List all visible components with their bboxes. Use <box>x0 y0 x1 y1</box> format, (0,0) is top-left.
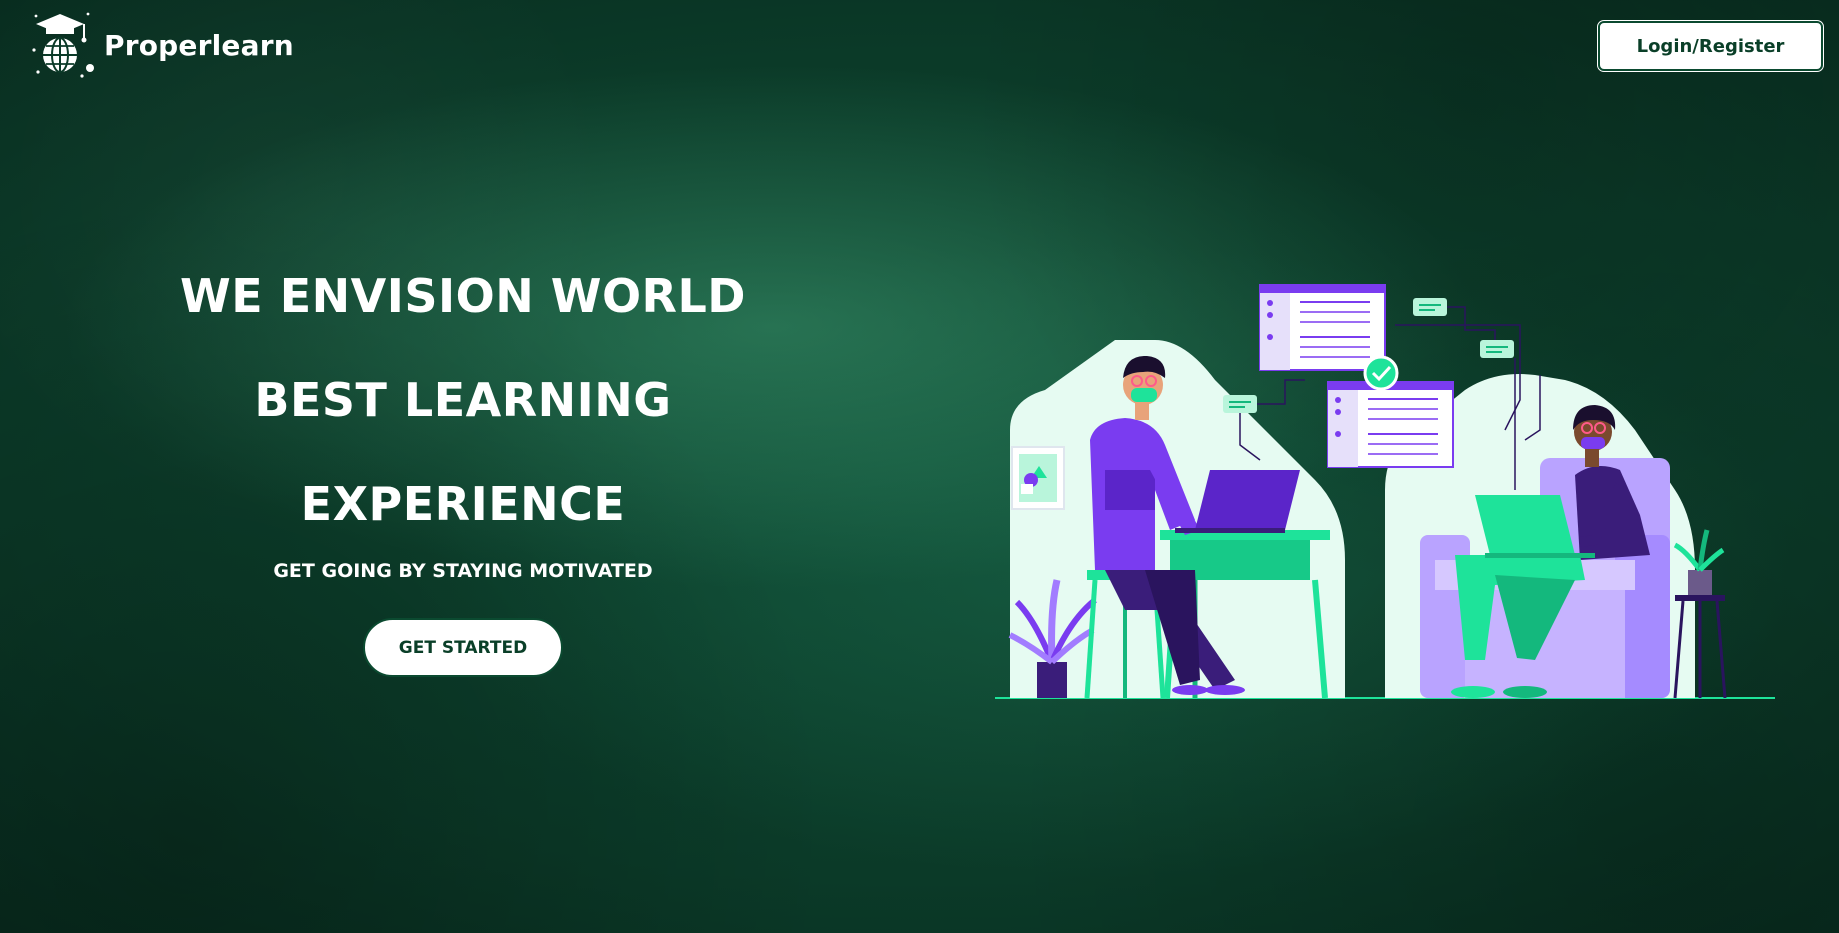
hero-headline-line-3: EXPERIENCE <box>300 477 626 531</box>
hero-section: WE ENVISION WORLD BEST LEARNING EXPERIEN… <box>150 270 776 677</box>
hero-tagline: GET GOING BY STAYING MOTIVATED <box>273 560 653 582</box>
brand-logo[interactable]: Properlearn <box>30 10 294 80</box>
graduation-cap-globe-icon <box>32 12 94 78</box>
get-started-button[interactable]: GET STARTED <box>363 618 563 677</box>
brand-name: Properlearn <box>104 28 294 62</box>
hero-headline-line-1: WE ENVISION WORLD <box>180 269 746 323</box>
people-working-on-laptops-illustration <box>995 284 1775 699</box>
hero-headline-line-2: BEST LEARNING <box>254 373 672 427</box>
login-register-button[interactable]: Login/Register <box>1598 21 1823 71</box>
